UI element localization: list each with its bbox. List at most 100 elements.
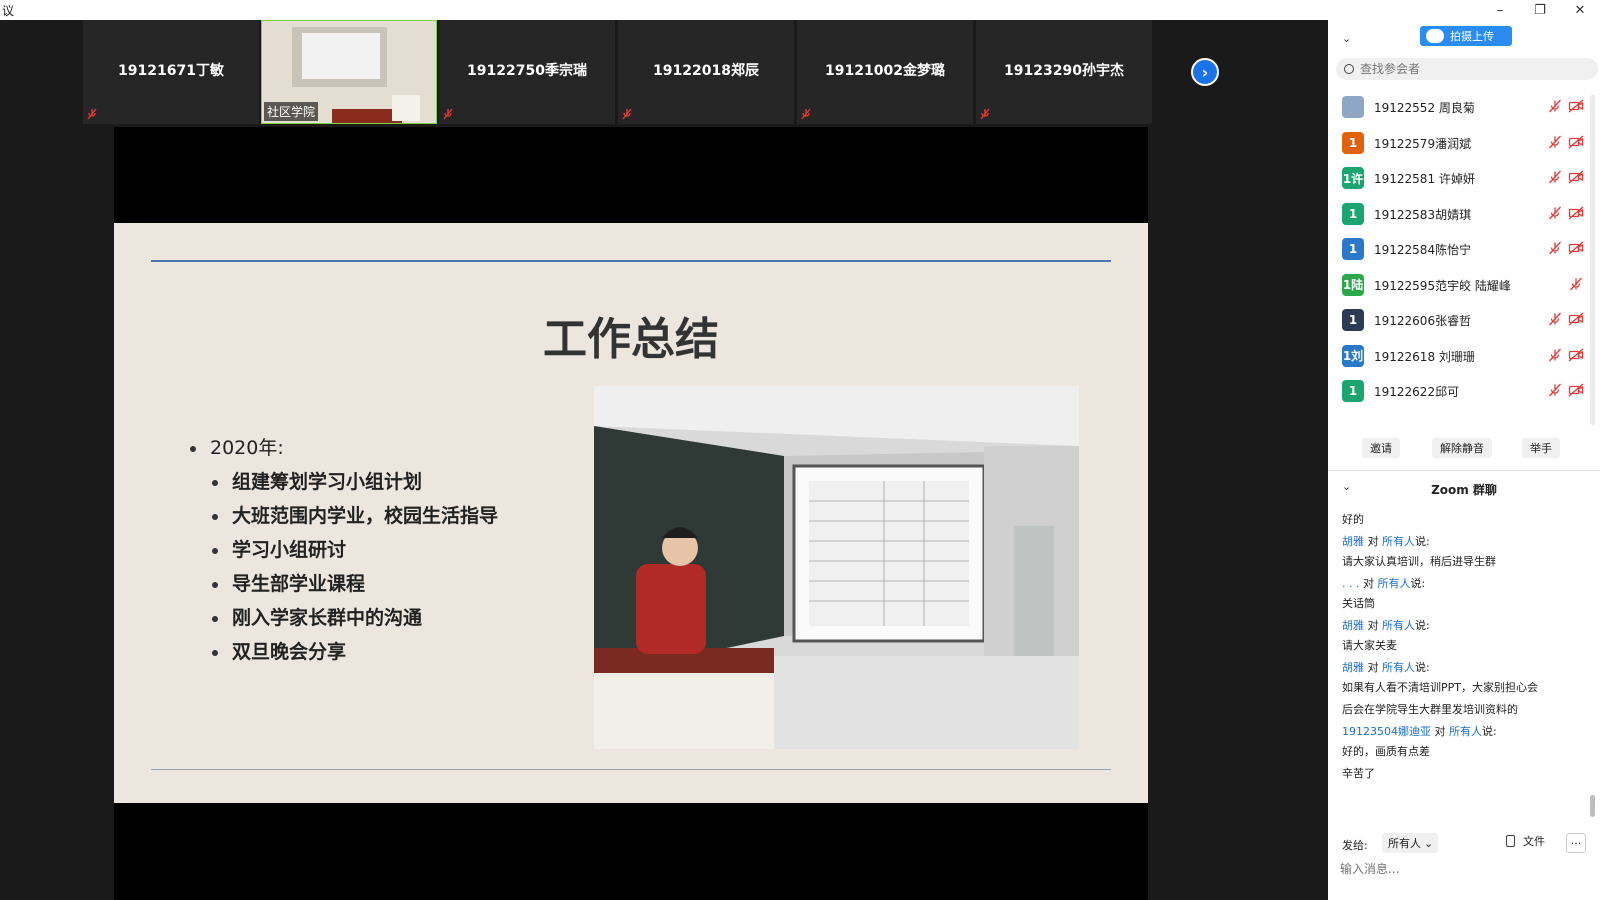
bullet-dot-icon (212, 479, 218, 486)
next-page-button[interactable]: › (1191, 58, 1219, 86)
thumbnail-tile[interactable]: 19122750季宗瑞 (439, 20, 615, 124)
camera-off-icon[interactable] (1568, 170, 1584, 184)
participant-row[interactable]: 1许 19122581 许婥妍 (1328, 161, 1600, 197)
search-icon (1344, 64, 1354, 74)
avatar (1342, 96, 1364, 118)
file-icon (1506, 835, 1515, 847)
participant-name: 19123290孙宇杰 (1004, 63, 1124, 79)
participant-row[interactable]: 1 19122583胡婧琪 (1328, 197, 1600, 233)
participant-name: 19122584陈怡宁 (1374, 243, 1472, 257)
chat-message-text: 好的 (1342, 513, 1364, 526)
invite-button[interactable]: 邀请 (1362, 438, 1400, 458)
chat-scrollbar[interactable] (1590, 795, 1595, 817)
mic-off-icon (980, 108, 990, 120)
recipient-select[interactable]: 所有人 ⌄ (1382, 833, 1438, 853)
mic-off-icon[interactable] (1548, 383, 1562, 397)
mic-off-icon[interactable] (1548, 348, 1562, 362)
mic-off-icon[interactable] (1548, 206, 1562, 220)
minimize-button[interactable]: – (1480, 0, 1520, 20)
chat-message-text: 如果有人看不清培训PPT，大家别担心会 (1342, 681, 1538, 694)
camera-off-icon[interactable] (1568, 312, 1584, 326)
participant-name: 19122606张睿哲 (1374, 314, 1472, 328)
mic-off-icon[interactable] (1548, 241, 1562, 255)
restore-button[interactable]: ❐ (1520, 0, 1560, 20)
participant-name: 19121671丁敏 (118, 63, 224, 79)
camera-off-icon[interactable] (1568, 99, 1584, 113)
avatar: 1陆 (1342, 273, 1364, 296)
chevron-down-icon: ⌄ (1424, 836, 1434, 850)
participant-row[interactable]: 1 19122606张睿哲 (1328, 303, 1600, 339)
participant-name: 社区学院 (264, 102, 319, 121)
participant-row[interactable]: 1 19122622邱可 (1328, 374, 1600, 410)
more-options-button[interactable]: ··· (1566, 833, 1586, 853)
participant-name: 19122552 周良菊 (1374, 101, 1475, 115)
camera-off-icon[interactable] (1568, 241, 1584, 255)
thumbnail-tile[interactable]: 19121002金梦璐 (797, 20, 973, 124)
search-participants[interactable] (1336, 58, 1598, 80)
mic-off-icon (87, 108, 97, 120)
participant-name: 19122622邱可 (1374, 385, 1460, 399)
camera-off-icon[interactable] (1568, 348, 1584, 362)
camera-off-icon[interactable] (1568, 206, 1584, 220)
mic-off-icon[interactable] (1548, 99, 1562, 113)
participant-row[interactable]: 1 19122584陈怡宁 (1328, 232, 1600, 268)
thumbnail-video[interactable]: 社区学院 (261, 20, 437, 124)
participant-row[interactable]: 1 19122579潘润斌 (1328, 126, 1600, 162)
chevron-right-icon: › (1201, 62, 1209, 82)
camera-off-icon[interactable] (1568, 135, 1584, 149)
bullet-item: 导生部学业课程 (190, 569, 498, 603)
bullet-item: 双旦晚会分享 (190, 637, 498, 671)
participant-row[interactable]: 19122552 周良菊 (1328, 90, 1600, 126)
bullet-dot-icon (212, 615, 218, 622)
thumbnail-tile[interactable]: 19122018郑辰 (618, 20, 794, 124)
bullet-heading: 2020年: (190, 433, 498, 467)
close-button[interactable]: ✕ (1560, 0, 1600, 20)
chat-message-header: . . . 对 所有人说: (1342, 577, 1426, 590)
chat-title: Zoom 群聊 (1431, 483, 1497, 497)
unmute-button[interactable]: 解除静音 (1432, 438, 1492, 458)
participant-row[interactable]: 1陆 19122595范宇皎 陆耀峰 (1328, 268, 1600, 304)
mic-off-icon[interactable] (1548, 135, 1562, 149)
slide-bottom-rule (151, 769, 1111, 770)
slide-top-rule (151, 260, 1111, 262)
presentation-slide: 工作总结 2020年: 组建筹划学习小组计划 大班范围内学业，校园生活指导 学习… (114, 223, 1148, 803)
thumbnail-tile[interactable]: 19123290孙宇杰 (976, 20, 1152, 124)
participant-row[interactable]: 1刘 19122618 刘珊珊 (1328, 339, 1600, 375)
avatar: 1 (1342, 309, 1364, 331)
search-input[interactable] (1360, 62, 1580, 76)
avatar: 1许 (1342, 167, 1364, 189)
mic-off-icon (443, 108, 453, 120)
chat-message-text: 后会在学院导生大群里发培训资料的 (1342, 703, 1518, 716)
camera-off-icon[interactable] (1568, 383, 1584, 397)
mic-off-icon[interactable] (1548, 170, 1562, 184)
participant-scrollbar[interactable] (1590, 95, 1595, 425)
raise-hand-button[interactable]: 举手 (1522, 438, 1560, 458)
participant-name: 19122595范宇皎 陆耀峰 (1374, 278, 1511, 293)
participant-name: 19122583胡婧琪 (1374, 207, 1472, 222)
upload-button[interactable]: 拍摄上传 (1420, 26, 1512, 46)
collapse-participants-chevron-down-icon[interactable]: ⌄ (1342, 32, 1351, 45)
participant-list: 19122552 周良菊 1 19122579潘润斌 1许 19122581 许… (1328, 90, 1600, 410)
message-input[interactable] (1340, 858, 1590, 880)
bullet-dot-icon (212, 547, 218, 554)
classroom-photo-image (594, 386, 1079, 749)
mic-off-icon (801, 108, 811, 120)
thumbnail-tile[interactable]: 19121671丁敏 (83, 20, 259, 124)
chat-message-header: 胡雅 对 所有人说: (1342, 535, 1430, 548)
panel-divider (1328, 470, 1600, 471)
bullet-item: 大班范围内学业，校园生活指导 (190, 501, 498, 535)
file-button[interactable]: 文件 (1506, 833, 1545, 849)
send-to-label: 发给: (1342, 839, 1368, 852)
mic-off-icon[interactable] (1568, 277, 1584, 291)
chat-message-text: 好的，画质有点差 (1342, 745, 1430, 758)
avatar: 1 (1342, 380, 1364, 402)
participant-name: 19122579潘润斌 (1374, 136, 1472, 151)
title-bar: 议 – ❐ ✕ (0, 0, 1600, 20)
slide-title: 工作总结 (543, 314, 719, 365)
bullet-item: 组建筹划学习小组计划 (190, 467, 498, 501)
window-title: 议 (2, 4, 15, 18)
bullet-dot-icon (212, 649, 218, 656)
shared-screen: 工作总结 2020年: 组建筹划学习小组计划 大班范围内学业，校园生活指导 学习… (114, 127, 1148, 900)
bullet-dot-icon (212, 581, 218, 588)
mic-off-icon[interactable] (1548, 312, 1562, 326)
